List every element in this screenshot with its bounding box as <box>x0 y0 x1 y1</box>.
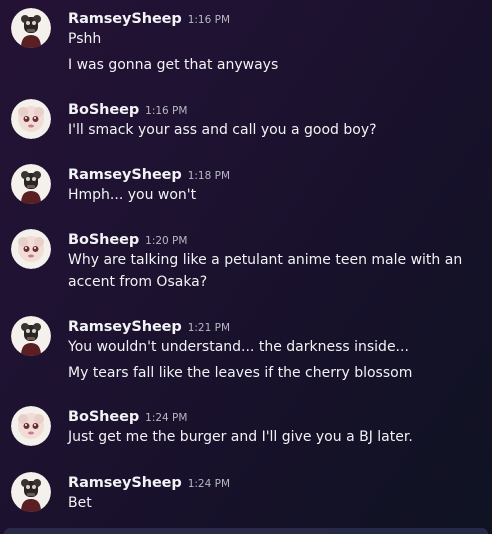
username[interactable]: RamseySheep <box>68 167 182 183</box>
message-text: Hmph... you won't <box>68 187 197 203</box>
timestamp: 1:16 PM <box>187 14 231 26</box>
message-text: I was gonna get that anyways <box>68 57 279 73</box>
username[interactable]: RamseySheep <box>68 475 182 491</box>
bo-avatar-icon[interactable] <box>11 99 51 139</box>
timestamp: 1:24 PM <box>187 478 231 490</box>
username[interactable]: BoSheep <box>68 102 139 118</box>
message-header: RamseySheep 1:24 PM <box>68 472 230 492</box>
username[interactable]: BoSheep <box>68 409 139 425</box>
timestamp: 1:16 PM <box>145 105 188 117</box>
bo-avatar-icon[interactable] <box>11 229 51 269</box>
ramsey-avatar-icon[interactable] <box>11 164 51 204</box>
chat-message-list: RamseySheep 1:16 PM Pshh I was gonna get … <box>0 0 492 534</box>
message-header: RamseySheep 1:16 PM <box>68 8 230 28</box>
message-text: You wouldn't understand... the darkness … <box>68 339 409 355</box>
bo-avatar-icon[interactable] <box>11 406 51 446</box>
ramsey-avatar-icon[interactable] <box>11 472 51 512</box>
message-text: Just get me the burger and I'll give you… <box>68 429 413 445</box>
message-header: RamseySheep 1:18 PM <box>68 164 230 184</box>
message-input-edge[interactable] <box>4 528 488 534</box>
message-text: My tears fall like the leaves if the che… <box>68 365 413 381</box>
ramsey-avatar-icon[interactable] <box>11 8 51 48</box>
timestamp: 1:20 PM <box>145 235 188 247</box>
message-text: Why are talking like a petulant anime te… <box>68 252 463 268</box>
message-text: accent from Osaka? <box>68 274 208 290</box>
timestamp: 1:18 PM <box>187 170 231 182</box>
message-header: BoSheep 1:16 PM <box>68 99 187 119</box>
username[interactable]: RamseySheep <box>68 319 182 335</box>
ramsey-avatar-icon[interactable] <box>11 316 51 356</box>
timestamp: 1:21 PM <box>187 322 231 334</box>
message-text: Bet <box>68 495 92 511</box>
message-header: BoSheep 1:20 PM <box>68 229 187 249</box>
username[interactable]: BoSheep <box>68 232 139 248</box>
username[interactable]: RamseySheep <box>68 11 182 27</box>
message-text: Pshh <box>68 31 102 47</box>
message-header: BoSheep 1:24 PM <box>68 406 187 426</box>
message-header: RamseySheep 1:21 PM <box>68 316 230 336</box>
timestamp: 1:24 PM <box>145 412 188 424</box>
message-text: I'll smack your ass and call you a good … <box>68 122 377 138</box>
